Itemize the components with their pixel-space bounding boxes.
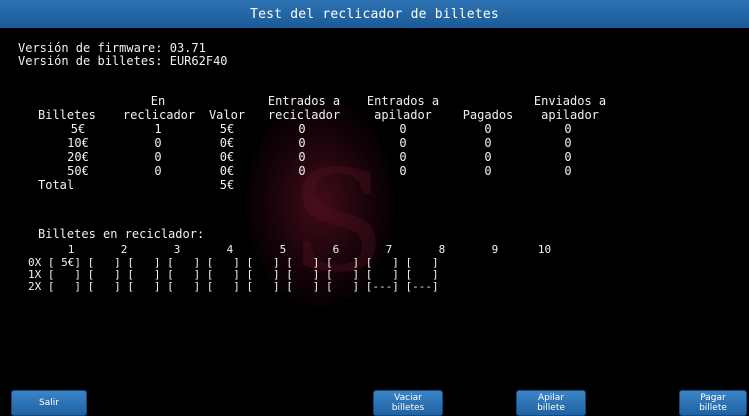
cell-billete: 5€ — [70, 122, 86, 136]
cell-enviados: 0 — [564, 150, 572, 164]
cell-en: 0 — [154, 150, 162, 164]
vaciar-button-label: Vaciar billetes — [391, 393, 425, 413]
cell-enviados: 0 — [564, 164, 572, 178]
recycler-heading: Billetes en reciclador: — [38, 227, 205, 241]
cell-entrados-api: 0 — [399, 164, 407, 178]
title-bar: Test del reclicador de billetes — [0, 0, 749, 29]
header-en-bottom: reclicador — [122, 108, 196, 122]
cell-enviados: 0 — [564, 122, 572, 136]
cell-billete: 10€ — [67, 136, 89, 150]
apilar-button-label: Apilar billete — [537, 393, 565, 413]
window-title: Test del reclicador de billetes — [250, 6, 499, 22]
cell-pagados: 0 — [484, 122, 492, 136]
header-enviados-bottom: apilador — [541, 108, 599, 122]
cell-entrados-api: 0 — [399, 136, 407, 150]
cell-billete: 20€ — [67, 150, 89, 164]
header-entrados-api-top: Entrados a — [366, 94, 440, 108]
header-entrados-rec-top: Entrados a — [267, 94, 341, 108]
cell-billete: 50€ — [67, 164, 89, 178]
apilar-billete-button[interactable]: Apilar billete — [516, 390, 586, 416]
cell-valor: 0€ — [219, 136, 235, 150]
vaciar-billetes-button[interactable]: Vaciar billetes — [373, 390, 443, 416]
cell-entrados-rec: 0 — [298, 164, 306, 178]
cell-valor: 5€ — [219, 122, 235, 136]
header-enviados-top: Enviados a — [533, 94, 607, 108]
cell-valor: 0€ — [219, 164, 235, 178]
cell-pagados: 0 — [484, 136, 492, 150]
billetes-version: Versión de billetes: EUR62F40 — [18, 54, 228, 68]
salir-button-label: Salir — [39, 398, 59, 408]
header-billetes: Billetes — [38, 108, 96, 122]
cell-entrados-rec: 0 — [298, 150, 306, 164]
cell-entrados-api: 0 — [399, 122, 407, 136]
salir-button[interactable]: Salir — [11, 390, 87, 416]
firmware-version: Versión de firmware: 03.71 — [18, 41, 206, 55]
header-pagados: Pagados — [462, 108, 514, 122]
pagar-billete-button[interactable]: Pagar billete — [679, 390, 747, 416]
header-entrados-rec-bottom: reciclador — [267, 108, 341, 122]
cell-entrados-rec: 0 — [298, 136, 306, 150]
recycler-row-2x: 2X [ ] [ ] [ ] [ ] [ ] [ ] [ ] [ ] [---]… — [28, 280, 439, 293]
header-entrados-api-bottom: apilador — [374, 108, 432, 122]
recycler-column-numbers: 1 2 3 4 5 6 7 8 9 10 — [28, 243, 552, 256]
total-value: 5€ — [219, 178, 235, 192]
pagar-button-label: Pagar billete — [699, 393, 727, 413]
cell-pagados: 0 — [484, 150, 492, 164]
cell-en: 0 — [154, 164, 162, 178]
total-label: Total — [38, 178, 75, 192]
cell-enviados: 0 — [564, 136, 572, 150]
header-valor: Valor — [208, 108, 246, 122]
main-screen: S Versión de firmware: 03.71 Versión de … — [0, 28, 749, 416]
cell-entrados-rec: 0 — [298, 122, 306, 136]
cell-en: 0 — [154, 136, 162, 150]
cell-entrados-api: 0 — [399, 150, 407, 164]
cell-en: 1 — [154, 122, 162, 136]
cell-pagados: 0 — [484, 164, 492, 178]
cell-valor: 0€ — [219, 150, 235, 164]
header-en-top: En — [150, 94, 166, 108]
